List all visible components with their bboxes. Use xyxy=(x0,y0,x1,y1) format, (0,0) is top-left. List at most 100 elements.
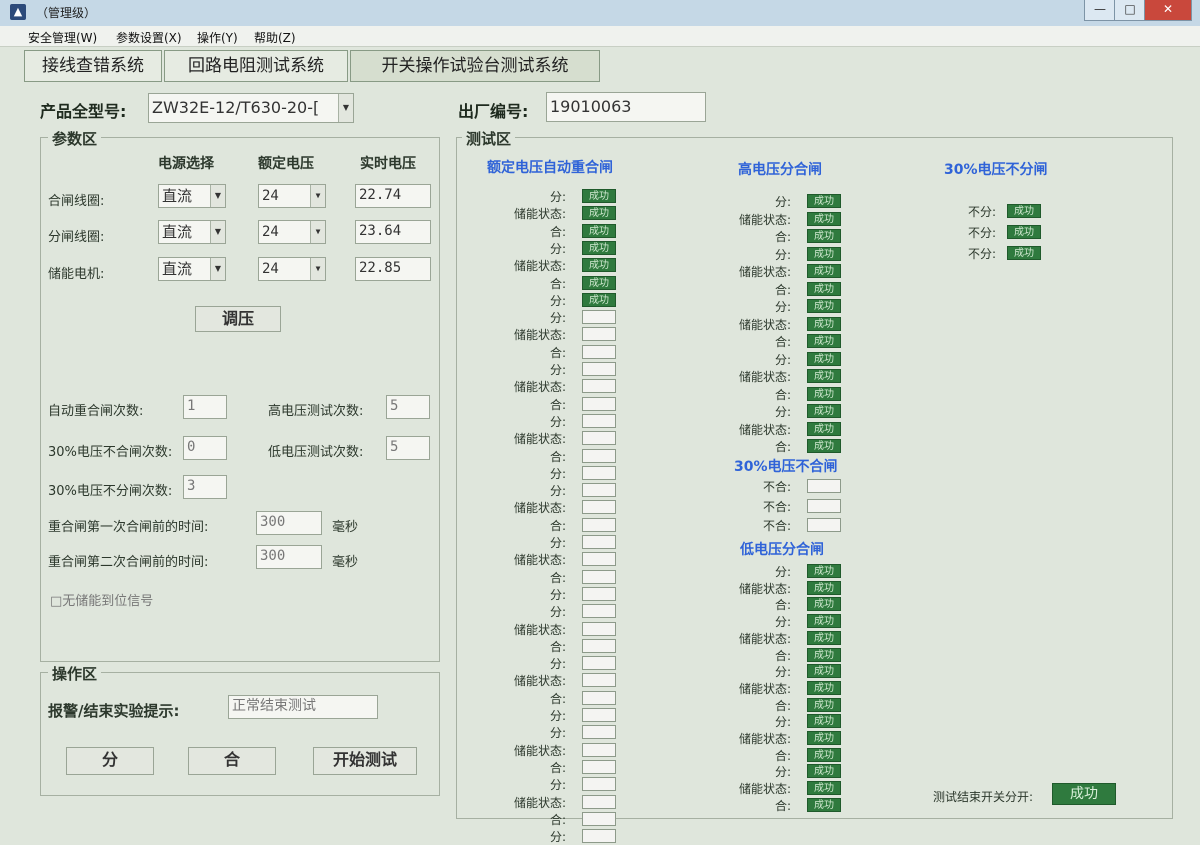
chevron-down-icon[interactable]: ▼ xyxy=(310,185,325,207)
auto-reclose-title: 额定电压自动重合闸 xyxy=(487,160,613,176)
rated-voltage-value: 24 xyxy=(262,188,279,204)
auto_reclose-status-box xyxy=(582,656,616,671)
no_close_30-row-label: 不合: xyxy=(762,480,791,494)
high-voltage-count-field[interactable]: 5 xyxy=(386,395,430,419)
close-button[interactable]: ✕ xyxy=(1144,0,1192,21)
no_open_30-status-box: 成功 xyxy=(1007,246,1041,260)
no-open-30-title: 30%电压不分闸 xyxy=(944,162,1048,178)
low_voltage-status-box: 成功 xyxy=(807,580,841,595)
auto_reclose-row-label: 合: xyxy=(549,224,566,239)
auto_reclose-status-box xyxy=(582,327,616,342)
power-source-select[interactable]: 直流 ▼ xyxy=(158,220,226,244)
auto_reclose-status-box xyxy=(582,413,616,428)
header-rated: 额定电压 xyxy=(258,156,314,172)
no_close_30-status-box xyxy=(807,479,841,493)
rated-voltage-select[interactable]: 24 ▼ xyxy=(258,257,326,281)
footer-status: 成功 xyxy=(1052,783,1116,805)
auto_reclose-row-label: 储能状态: xyxy=(513,501,566,516)
high_voltage-status-box: 成功 xyxy=(807,281,841,296)
power-source-select[interactable]: 直流 ▼ xyxy=(158,184,226,208)
auto_reclose-status-box xyxy=(582,535,616,549)
auto_reclose-row-label: 合: xyxy=(549,639,566,654)
high_voltage-status-box: 成功 xyxy=(807,369,841,383)
tab-switch-test[interactable]: 开关操作试验台测试系统 xyxy=(350,50,600,82)
low_voltage-row-label: 合: xyxy=(774,648,791,663)
adjust-voltage-button[interactable]: 调压 xyxy=(195,306,281,332)
chevron-down-icon[interactable]: ▼ xyxy=(310,258,325,280)
no-close-30-title: 30%电压不合闸 xyxy=(734,459,838,475)
serial-field[interactable]: 19010063 xyxy=(546,92,706,122)
menu-params[interactable]: 参数设置(X) xyxy=(116,29,182,46)
alarm-field[interactable]: 正常结束测试 xyxy=(228,695,378,719)
auto_reclose-row-label: 分: xyxy=(549,536,566,550)
auto_reclose-row-label: 分: xyxy=(549,587,566,602)
chevron-down-icon[interactable]: ▼ xyxy=(310,221,325,243)
high_voltage-row-label: 分: xyxy=(774,300,791,314)
high_voltage-row-label: 储能状态: xyxy=(738,370,791,384)
power-source-select[interactable]: 直流 ▼ xyxy=(158,257,226,281)
no-open-30-count-field[interactable]: 3 xyxy=(183,475,227,499)
chevron-down-icon[interactable]: ▼ xyxy=(338,94,353,122)
auto_reclose-status-box xyxy=(582,465,616,480)
first-reclose-time-label: 重合闸第一次合闸前的时间: xyxy=(48,520,209,535)
chevron-down-icon[interactable]: ▼ xyxy=(210,221,225,243)
open-button[interactable]: 分 xyxy=(66,747,154,775)
menu-help[interactable]: 帮助(Z) xyxy=(254,29,296,46)
auto_reclose-status-box xyxy=(582,396,616,411)
auto_reclose-row-label: 储能状态: xyxy=(513,380,566,395)
rated-voltage-select[interactable]: 24 ▼ xyxy=(258,184,326,208)
auto_reclose-row-label: 合: xyxy=(549,449,566,464)
low_voltage-row-label: 储能状态: xyxy=(738,581,791,596)
low_voltage-row-label: 分: xyxy=(774,715,791,730)
no_open_30-status-box: 成功 xyxy=(1007,225,1041,239)
operation-title: 操作区 xyxy=(48,663,102,684)
menu-operation[interactable]: 操作(Y) xyxy=(197,29,238,46)
high_voltage-row-label: 储能状态: xyxy=(738,212,791,227)
auto_reclose-row-label: 分: xyxy=(549,241,566,256)
footer-label: 测试结束开关分开: xyxy=(933,790,1034,804)
start-test-button[interactable]: 开始测试 xyxy=(313,747,417,775)
second-reclose-time-field[interactable]: 300 xyxy=(256,545,322,569)
auto_reclose-status-box xyxy=(582,483,616,498)
chevron-down-icon[interactable]: ▼ xyxy=(210,185,225,207)
tab-wiring-check[interactable]: 接线查错系统 xyxy=(24,50,162,82)
no_close_30-row-label: 不合: xyxy=(762,499,791,514)
power-source-value: 直流 xyxy=(162,223,193,241)
auto_reclose-status-box: 成功 xyxy=(582,189,616,203)
rated-voltage-select[interactable]: 24 ▼ xyxy=(258,220,326,244)
low_voltage-row-label: 合: xyxy=(774,698,791,713)
no-close-30-count-field[interactable]: 0 xyxy=(183,436,227,460)
low_voltage-row-label: 合: xyxy=(774,748,791,763)
auto_reclose-status-box xyxy=(582,310,616,325)
close-breaker-button[interactable]: 合 xyxy=(188,747,276,775)
auto_reclose-status-box xyxy=(582,431,616,446)
maximize-button[interactable]: □ xyxy=(1114,0,1146,21)
first-reclose-time-field[interactable]: 300 xyxy=(256,511,322,535)
auto_reclose-status-box: 成功 xyxy=(582,275,616,290)
product-model-select[interactable]: ZW32E-12/T630-20-[ ▼ xyxy=(148,93,354,123)
auto_reclose-status-box xyxy=(582,517,616,532)
auto-reclose-count-field[interactable]: 1 xyxy=(183,395,227,419)
chevron-down-icon[interactable]: ▼ xyxy=(210,258,225,280)
no_open_30-row-label: 不分: xyxy=(967,226,996,240)
low_voltage-status-box: 成功 xyxy=(807,747,841,762)
auto_reclose-status-box xyxy=(582,621,616,636)
tab-loop-resistance[interactable]: 回路电阻测试系统 xyxy=(164,50,348,82)
auto_reclose-row-label: 储能状态: xyxy=(513,622,566,637)
auto_reclose-status-box xyxy=(582,362,616,376)
second-reclose-time-unit: 毫秒 xyxy=(332,555,359,570)
auto_reclose-row-label: 合: xyxy=(549,812,566,827)
no-storage-checkbox[interactable]: □无储能到位信号 xyxy=(50,590,153,609)
low-voltage-count-field[interactable]: 5 xyxy=(386,436,430,460)
minimize-button[interactable]: — xyxy=(1084,0,1116,21)
auto_reclose-status-box xyxy=(582,725,616,740)
auto_reclose-status-box xyxy=(582,638,616,653)
auto_reclose-status-box xyxy=(582,794,616,809)
auto_reclose-row-label: 分: xyxy=(549,484,566,499)
app-icon: ▲ xyxy=(10,4,26,20)
auto_reclose-row-label: 储能状态: xyxy=(513,553,566,568)
auto_reclose-row-label: 合: xyxy=(549,760,566,775)
param-row-label: 合闸线圈: xyxy=(48,194,105,209)
menu-security[interactable]: 安全管理(W) xyxy=(28,29,97,46)
low_voltage-status-box: 成功 xyxy=(807,714,841,729)
